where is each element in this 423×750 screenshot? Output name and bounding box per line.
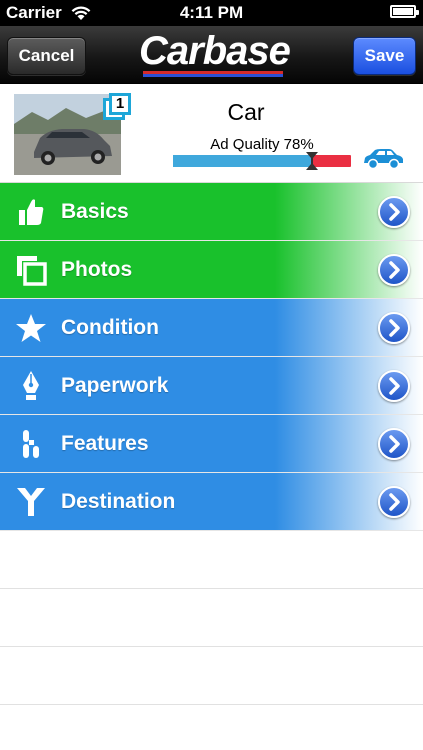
menu-item-condition[interactable]: Condition (0, 299, 423, 357)
empty-row (0, 589, 423, 647)
menu-list: Basics Photos Condition Paperwork Featur… (0, 183, 423, 531)
chevron-right-icon[interactable] (378, 428, 410, 460)
logo-underline (143, 71, 283, 77)
menu-label-destination: Destination (61, 490, 176, 513)
chevron-right-icon[interactable] (378, 486, 410, 518)
fork-icon (17, 488, 45, 516)
chevron-right-icon[interactable] (378, 254, 410, 286)
photo-count-badge: 1 (103, 93, 133, 124)
ad-quality-fill (173, 155, 312, 167)
status-time: 4:11 PM (179, 3, 244, 22)
photo-count: 1 (109, 93, 131, 115)
features-icon (23, 430, 39, 458)
empty-row (0, 647, 423, 705)
chevron-right-icon[interactable] (378, 370, 410, 402)
quality-marker-icon (306, 152, 318, 170)
menu-item-destination[interactable]: Destination (0, 473, 423, 531)
menu-item-paperwork[interactable]: Paperwork (0, 357, 423, 415)
pen-nib-icon (23, 371, 39, 400)
menu-item-photos[interactable]: Photos (0, 241, 423, 299)
empty-row (0, 705, 423, 750)
empty-table-rows (0, 531, 423, 750)
car-title: Car (227, 99, 265, 125)
carbase-logo: Carbase (139, 29, 291, 79)
star-icon (16, 314, 46, 342)
save-button[interactable]: Save (353, 37, 416, 75)
menu-label-basics: Basics (61, 200, 129, 223)
menu-item-basics[interactable]: Basics (0, 183, 423, 241)
cancel-button[interactable]: Cancel (7, 37, 86, 75)
chevron-right-icon[interactable] (378, 196, 410, 228)
ad-quality-label: Ad Quality 78% (210, 136, 314, 153)
chevron-right-icon[interactable] (378, 312, 410, 344)
car-icon[interactable] (361, 147, 405, 171)
menu-label-features: Features (61, 432, 149, 455)
menu-label-photos: Photos (61, 258, 133, 281)
empty-row (0, 531, 423, 589)
menu-label-paperwork: Paperwork (61, 374, 169, 397)
ad-quality-bar (173, 152, 351, 170)
navigation-bar: Cancel Carbase Save (0, 26, 423, 84)
logo-text: Carbase (139, 29, 291, 73)
battery-icon (390, 5, 419, 18)
status-bar: Carrier 4:11 PM (0, 0, 423, 26)
menu-label-condition: Condition (61, 316, 159, 339)
menu-item-features[interactable]: Features (0, 415, 423, 473)
status-right (390, 5, 419, 18)
thumbs-up-icon (19, 199, 44, 225)
photos-icon (17, 256, 47, 286)
car-header: 1 Car Ad Quality 78% (0, 85, 423, 183)
